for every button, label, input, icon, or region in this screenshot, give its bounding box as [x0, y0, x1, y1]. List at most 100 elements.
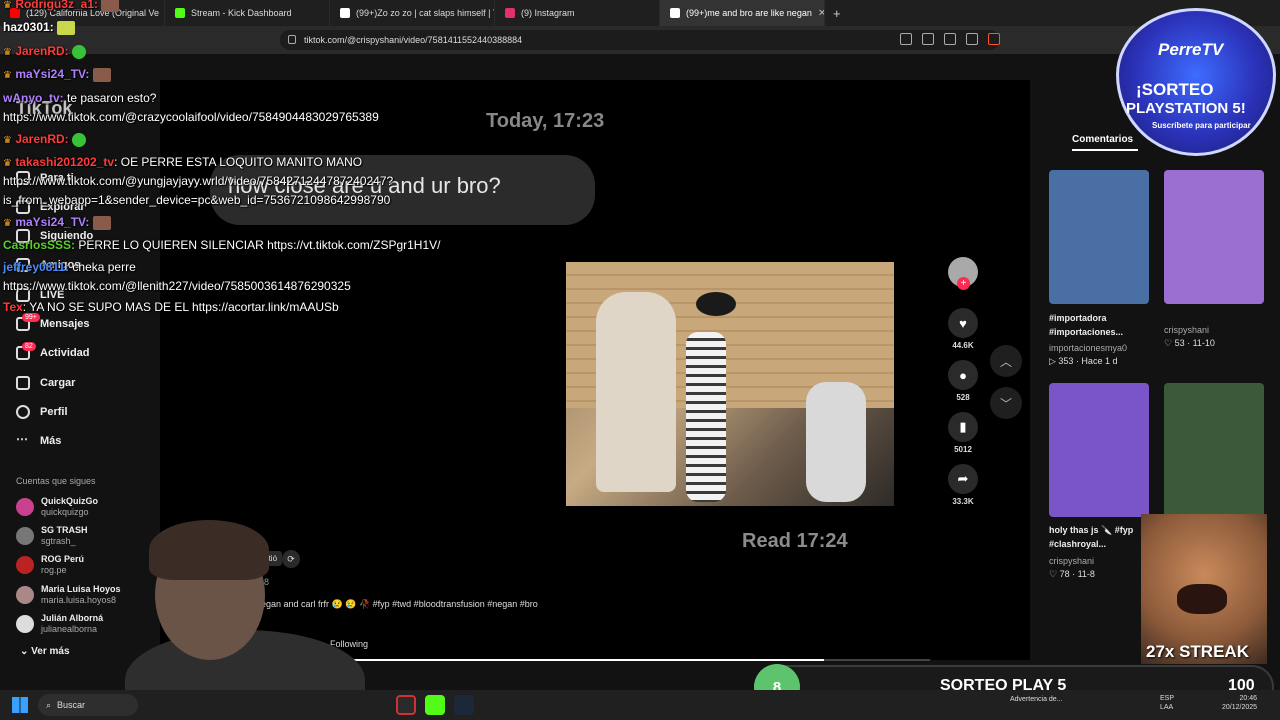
chat-message: ♛ JarenRD: [3, 132, 87, 147]
bookmark-icon: ▮ [948, 412, 978, 442]
related-video-stats: ▷ 353 · Hace 1 d [1049, 356, 1118, 366]
avatar [16, 527, 34, 545]
chat-message: wAnyo_tv: te pasaron esto? [3, 91, 157, 105]
next-video-button[interactable]: ﹀ [990, 387, 1022, 419]
creator-avatar[interactable]: + [945, 257, 981, 290]
taskbar-search[interactable]: ⌕ Buscar [38, 694, 138, 716]
see-more-button[interactable]: ⌄ Ver más [20, 646, 70, 657]
browser-tab-active[interactable]: (99+)me and bro are like negan✕ [660, 0, 825, 26]
following-item[interactable]: ROG Perú rog.pe [16, 554, 84, 576]
chat-message: CasrlosSSS: PERRE LO QUIEREN SILENCIAR h… [3, 238, 441, 252]
giveaway-badge: PerreTV ¡SORTEO PLAYSTATION 5! Suscríbet… [1116, 8, 1280, 160]
video-progress-bar[interactable] [340, 659, 930, 661]
chat-message: https://www.tiktok.com/@llenith227/video… [3, 279, 351, 293]
share-icon[interactable] [966, 33, 978, 45]
meme-mouth [1177, 584, 1227, 614]
emote-icon [72, 44, 87, 59]
chevron-up-icon: ︿ [999, 354, 1012, 369]
following-item[interactable]: QuickQuizGo quickquizgo [16, 496, 98, 518]
brave-shield-icon[interactable] [988, 33, 1000, 45]
streak-label: 27x STREAK [1146, 642, 1249, 661]
heart-icon: ♥ [948, 308, 978, 338]
extension-icon[interactable] [900, 33, 912, 45]
streamer-hair [149, 520, 269, 580]
cast-icon[interactable] [922, 33, 934, 45]
related-video-thumb[interactable] [1164, 383, 1264, 517]
taskbar-app-icon[interactable] [396, 695, 416, 715]
steam-icon[interactable] [454, 695, 474, 715]
more-icon: ⋯ [16, 432, 28, 446]
sidebar-item-mas[interactable]: ⋯ Más [16, 432, 61, 448]
activity-badge: 82 [22, 342, 36, 351]
chat-message: ♛ maYsi24_TV: [3, 215, 111, 230]
follow-plus-icon[interactable]: + [957, 277, 970, 290]
translate-icon[interactable] [944, 33, 956, 45]
tray-notice[interactable]: Advertencia de... [1010, 695, 1063, 704]
chevron-down-icon: ⌄ [20, 646, 32, 657]
chat-message: https://www.tiktok.com/@crazycoolaifool/… [3, 110, 379, 124]
previous-video-button[interactable]: ︿ [990, 345, 1022, 377]
language-indicator[interactable]: ESP LAA [1160, 694, 1174, 712]
chat-message: ♛ takashi201202_tv: OE PERRE ESTA LOQUIT… [3, 155, 363, 169]
crown-icon: ♛ [3, 135, 12, 146]
crown-icon: ♛ [3, 158, 12, 169]
clock[interactable]: 20:46 20/12/2025 [1222, 694, 1257, 712]
chat-message: jeffrey0811: cheka perre [3, 260, 136, 274]
comment-button[interactable]: ● 528 [945, 360, 981, 402]
related-video-title[interactable]: #importadora #importaciones... [1049, 311, 1157, 339]
emote-icon [72, 132, 87, 147]
toolbar-icons [900, 33, 1000, 45]
related-video-thumb[interactable] [1049, 383, 1149, 517]
crown-icon: ♛ [3, 70, 12, 81]
windows-taskbar [0, 690, 1280, 720]
avatar: + [948, 257, 978, 290]
read-receipt: Read 17:24 [742, 530, 848, 552]
comment-icon: ● [948, 360, 978, 390]
following-item[interactable]: SG TRASH sgtrash_ [16, 525, 88, 547]
related-video-stats: ♡ 53 · 11-10 [1164, 338, 1215, 348]
promo-line-3: Suscríbete para participar [1152, 121, 1251, 130]
emote-icon [101, 0, 120, 12]
crown-icon: ♛ [3, 218, 12, 229]
following-section-title: Cuentas que sigues [16, 476, 96, 486]
like-button[interactable]: ♥ 44.6K [945, 308, 981, 350]
share-button[interactable]: ➦ 33.3K [945, 464, 981, 506]
chat-message: haz0301: [3, 20, 76, 35]
close-icon[interactable]: ✕ [818, 8, 824, 19]
video-man [596, 292, 676, 492]
emote-icon [92, 215, 111, 230]
new-tab-button[interactable]: + [825, 6, 849, 21]
share-arrow-icon: ➦ [948, 464, 978, 494]
following-item[interactable]: Maria Luisa Hoyos maria.luisa.hoyos8 [16, 584, 121, 606]
related-video-stats: ♡ 78 · 11-8 [1049, 569, 1095, 579]
promo-line-1: ¡SORTEO [1136, 80, 1214, 99]
video-spider-prop [696, 292, 736, 316]
related-video-thumb[interactable] [1164, 170, 1264, 304]
chat-message: Tex: YA NO SE SUPO MAS DE EL https://aco… [3, 300, 339, 314]
related-video-thumb[interactable] [1049, 170, 1149, 304]
video-kid [806, 382, 866, 502]
chevron-down-icon: ﹀ [999, 396, 1012, 411]
chat-message: ♛ Rodrigu3z_a1: [3, 0, 120, 12]
profile-icon [16, 405, 30, 419]
screen: (129) California Love (Original Ve Strea… [0, 0, 1280, 720]
sidebar-item-cargar[interactable]: Cargar [16, 376, 75, 390]
promo-line-2: PLAYSTATION 5! [1126, 100, 1246, 117]
avatar [16, 556, 34, 574]
chat-message: https://www.tiktok.com/@yungjayjayy.wrld… [3, 174, 394, 188]
related-video-user[interactable]: crispyshani [1164, 325, 1209, 335]
crown-icon: ♛ [3, 47, 12, 58]
following-item[interactable]: Julián Alborná julianealborna [16, 613, 103, 635]
related-video-user[interactable]: crispyshani [1049, 556, 1094, 566]
save-button[interactable]: ▮ 5012 [945, 412, 981, 454]
crown-icon: ♛ [3, 0, 12, 11]
kick-app-icon[interactable] [425, 695, 445, 715]
video-skeleton [686, 332, 726, 502]
tiktok-icon [670, 8, 680, 18]
windows-start-icon[interactable] [12, 697, 28, 713]
emote-icon [57, 20, 76, 35]
related-video-user[interactable]: importacionesmya0 [1049, 343, 1127, 353]
sidebar-item-perfil[interactable]: Perfil [16, 405, 68, 419]
chat-message: ♛ JarenRD: [3, 44, 87, 59]
emote-icon [92, 67, 111, 82]
